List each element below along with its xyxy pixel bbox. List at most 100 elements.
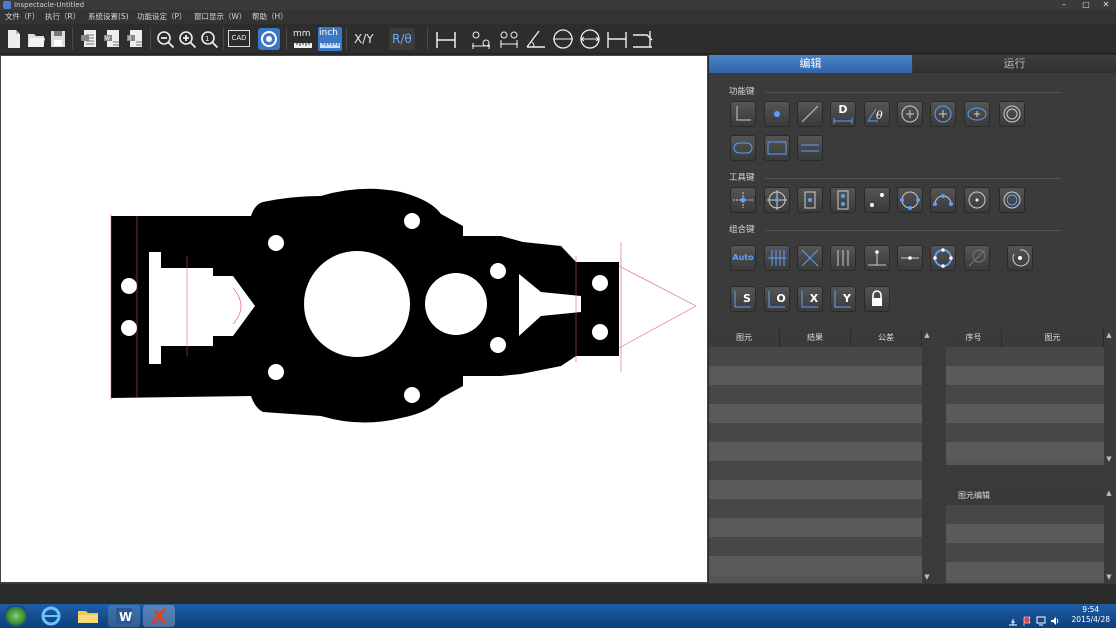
table-row[interactable] [709, 385, 922, 404]
zoom-in-icon[interactable] [178, 27, 198, 51]
multi-line-button[interactable] [764, 245, 790, 271]
scroll-up-icon[interactable]: ▲ [922, 329, 932, 341]
table-row[interactable] [946, 423, 1104, 442]
image-canvas[interactable] [0, 55, 708, 583]
scroll-up-icon[interactable]: ▲ [1104, 329, 1114, 341]
column-header[interactable]: 图元 [709, 329, 780, 347]
ellipse-button[interactable] [964, 101, 990, 127]
save-icon[interactable] [49, 27, 67, 51]
table-row[interactable] [946, 524, 1104, 543]
perpendicular-distance-icon[interactable] [630, 27, 656, 51]
auto-button[interactable]: Auto [730, 245, 756, 271]
circle-button[interactable] [930, 101, 956, 127]
result-table-scrollbar[interactable]: ▲ ▼ [922, 329, 932, 583]
tab-edit[interactable]: 编辑 [709, 55, 912, 73]
inspectacle-taskbar-icon[interactable] [143, 605, 175, 627]
table-row[interactable] [946, 404, 1104, 423]
o-button[interactable]: O [764, 286, 790, 312]
menu-help[interactable]: 帮助（H） [252, 10, 288, 24]
arc-tool-button[interactable] [930, 187, 956, 213]
s-button[interactable]: S [730, 286, 756, 312]
scroll-down-icon[interactable]: ▼ [922, 571, 932, 583]
unit-inch-button[interactable]: inch [318, 27, 342, 51]
table-row[interactable] [709, 423, 922, 442]
box-point-tool-button[interactable] [797, 187, 823, 213]
parallel-multi-button[interactable] [830, 245, 856, 271]
concentric-circle-button[interactable] [999, 101, 1025, 127]
element-edit-scrollbar[interactable]: ▲ ▼ [1104, 487, 1114, 583]
tangent-line-button[interactable] [964, 245, 990, 271]
coord-polar-button[interactable]: R/θ [389, 28, 415, 50]
table-row[interactable] [946, 347, 1104, 366]
coord-xy-button[interactable]: X/Y [354, 30, 374, 48]
x-button[interactable]: X [797, 286, 823, 312]
export-word-report-icon[interactable]: W [102, 27, 122, 51]
line-button[interactable] [797, 101, 823, 127]
slot-button[interactable] [730, 135, 756, 161]
line-distance-icon[interactable] [605, 27, 629, 51]
angle-measure-icon[interactable] [524, 27, 548, 51]
cad-button[interactable]: CAD [228, 30, 250, 47]
intersection-button[interactable] [797, 245, 823, 271]
table-row[interactable] [709, 404, 922, 423]
circle-diameter-icon[interactable] [578, 27, 602, 51]
lock-button[interactable] [864, 286, 890, 312]
point-button[interactable] [764, 101, 790, 127]
table-row[interactable] [709, 366, 922, 385]
menu-run[interactable]: 执行（R） [45, 10, 80, 24]
table-row[interactable] [946, 385, 1104, 404]
file-explorer-icon[interactable] [74, 605, 102, 627]
table-row[interactable] [709, 442, 922, 461]
minimize-button[interactable]: – [1054, 0, 1074, 10]
table-row[interactable] [709, 499, 922, 518]
coordinate-system-button[interactable] [730, 101, 756, 127]
table-row[interactable] [946, 543, 1104, 562]
table-row[interactable] [946, 366, 1104, 385]
circle-distance-icon[interactable] [496, 27, 522, 51]
zoom-out-icon[interactable] [156, 27, 176, 51]
column-header[interactable]: 图元 [1002, 329, 1104, 347]
menu-window-display[interactable]: 窗口显示（W） [194, 10, 246, 24]
export-text-report-icon[interactable] [79, 27, 99, 51]
angle-button[interactable]: θ [864, 101, 890, 127]
tab-run[interactable]: 运行 [913, 55, 1116, 73]
table-row[interactable] [946, 505, 1104, 524]
unit-mm-button[interactable]: mm [292, 27, 314, 51]
close-button[interactable]: ✕ [1096, 0, 1116, 10]
table-row[interactable] [946, 442, 1104, 461]
table-row[interactable] [946, 562, 1104, 581]
circle-center-tool-button[interactable] [964, 187, 990, 213]
column-header[interactable]: 序号 [946, 329, 1002, 347]
action-center-flag-icon[interactable] [1022, 611, 1032, 626]
table-row[interactable] [709, 347, 922, 366]
point-tool-button[interactable] [730, 187, 756, 213]
start-button[interactable] [4, 605, 28, 627]
volume-icon[interactable] [1050, 611, 1060, 625]
point-to-line-button[interactable] [864, 245, 890, 271]
horizontal-distance-icon[interactable] [434, 27, 458, 51]
display-icon[interactable] [1036, 611, 1046, 626]
open-folder-icon[interactable] [26, 27, 46, 51]
point-distance-icon[interactable] [468, 27, 494, 51]
fit-circle-button[interactable] [930, 245, 956, 271]
midline-button[interactable] [897, 245, 923, 271]
internet-explorer-icon[interactable] [38, 605, 64, 627]
scroll-down-icon[interactable]: ▼ [1104, 571, 1114, 583]
menu-function-settings[interactable]: 功能设定（P） [137, 10, 187, 24]
export-excel-report-icon[interactable]: X [125, 27, 145, 51]
rectangle-button[interactable] [764, 135, 790, 161]
column-header[interactable]: 公差 [851, 329, 922, 347]
camera-icon[interactable] [258, 28, 280, 50]
element-table-scrollbar[interactable]: ▲ ▼ [1104, 329, 1114, 465]
parallel-lines-button[interactable] [797, 135, 823, 161]
menu-system-settings[interactable]: 系统设置(S) [88, 10, 129, 24]
word-taskbar-icon[interactable]: W [108, 605, 140, 627]
scroll-up-icon[interactable]: ▲ [1104, 487, 1114, 499]
maximize-button[interactable]: □ [1076, 0, 1096, 10]
circle-tool-button[interactable] [764, 187, 790, 213]
concentric-tool-button[interactable] [999, 187, 1025, 213]
circle-center-point-button[interactable] [1007, 245, 1033, 271]
two-point-tool-button[interactable] [864, 187, 890, 213]
circle-line-distance-icon[interactable] [551, 27, 575, 51]
column-header[interactable]: 结果 [780, 329, 851, 347]
